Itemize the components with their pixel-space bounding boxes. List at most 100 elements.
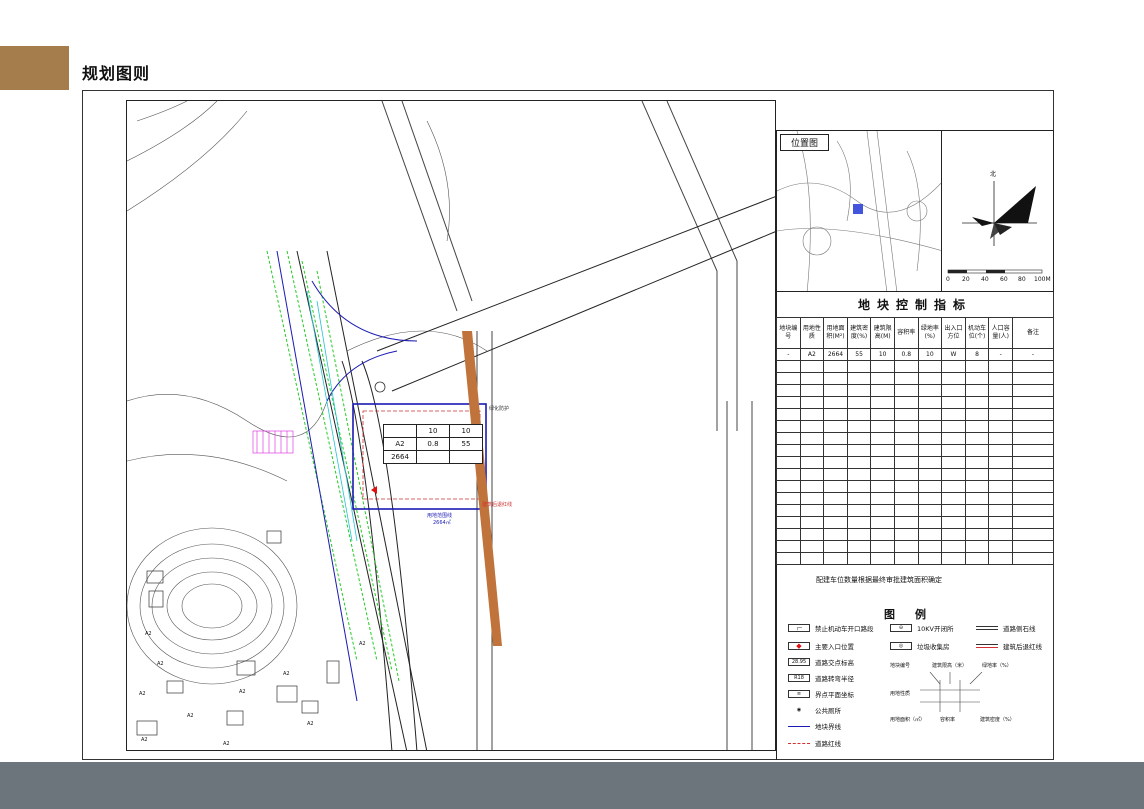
wind-rose-icon <box>947 181 1043 274</box>
planning-map[interactable]: 10 10 A2 0.8 55 2664 用地范围线 2664㎡ 建筑后退红线 … <box>126 100 776 751</box>
boundary-line-icon <box>788 725 810 727</box>
table-cell <box>846 552 872 565</box>
table-cell <box>988 540 1013 553</box>
table-cell <box>846 492 872 505</box>
parcel-label: A2 <box>283 671 290 677</box>
table-cell <box>870 468 895 481</box>
table-row <box>776 444 1054 457</box>
table-cell <box>917 480 943 493</box>
table-cell <box>964 444 990 457</box>
table-cell <box>1012 468 1054 481</box>
block-cell: A2 <box>383 437 417 451</box>
table-cell <box>988 528 1013 541</box>
table-cell <box>846 528 872 541</box>
coordinate-icon: ≡ <box>788 690 810 698</box>
table-cell <box>870 516 895 529</box>
table-cell <box>917 420 943 433</box>
table-cell <box>799 384 825 397</box>
table-cell <box>964 504 990 517</box>
table-cell <box>823 456 848 469</box>
legend-title: 图例 <box>884 608 946 621</box>
parcel-label: A2 <box>187 713 194 719</box>
table-cell <box>964 492 990 505</box>
table-cell <box>799 420 825 433</box>
table-cell <box>870 408 895 421</box>
table-cell <box>776 492 801 505</box>
table-cell <box>893 372 919 385</box>
green-curbs <box>266 250 400 682</box>
table-header: 用地性质 <box>799 317 825 349</box>
table-cell <box>941 468 966 481</box>
table-cell <box>823 540 848 553</box>
table-cell <box>964 396 990 409</box>
table-cell <box>776 396 801 409</box>
legend-item: 道路红线 <box>788 738 841 748</box>
diagram-label: 用地性质 <box>890 691 911 697</box>
table-cell <box>917 552 943 565</box>
table-cell <box>823 384 848 397</box>
legend-label: 界点平面坐标 <box>815 691 854 699</box>
road-buffer-strip <box>462 331 502 646</box>
table-cell <box>941 444 966 457</box>
table-cell <box>846 444 872 457</box>
block-cell: 2664 <box>383 450 417 464</box>
table-cell <box>823 552 848 565</box>
table-row <box>776 468 1054 481</box>
location-map-linework <box>777 131 941 291</box>
table-cell <box>846 540 872 553</box>
table-cell <box>917 456 943 469</box>
accent-bar <box>0 46 69 90</box>
table-cell <box>776 408 801 421</box>
table-cell <box>893 384 919 397</box>
table-cell <box>1012 432 1054 445</box>
parcel-label: A2 <box>223 741 230 747</box>
table-row <box>776 420 1054 433</box>
table-cell: 10 <box>870 348 895 361</box>
table-cell <box>1012 528 1054 541</box>
table-row <box>776 384 1054 397</box>
table-cell <box>776 528 801 541</box>
table-cell <box>917 396 943 409</box>
site-marker-icon <box>853 204 863 214</box>
legend-item: 建筑后退红线 <box>976 641 1042 651</box>
table-cell <box>941 432 966 445</box>
table-cell <box>823 408 848 421</box>
north-label: 北 <box>990 171 997 178</box>
table-cell <box>917 516 943 529</box>
table-cell <box>941 492 966 505</box>
road-buffer-label: 绿化防护 <box>489 406 510 412</box>
parcel-label: A2 <box>145 631 152 637</box>
table-cell <box>917 384 943 397</box>
legend-label: 公共厕所 <box>815 707 841 715</box>
block-cell <box>449 450 483 464</box>
table-cell <box>893 528 919 541</box>
table-cell <box>846 456 872 469</box>
table-cell <box>917 468 943 481</box>
table-cell <box>870 444 895 457</box>
table-cell <box>1012 504 1054 517</box>
legend-label: 垃圾收集房 <box>917 643 950 651</box>
table-header: 用地面积(M²) <box>823 317 848 349</box>
table-cell <box>893 504 919 517</box>
table-cell <box>799 444 825 457</box>
diagram-label: 容积率 <box>940 717 956 723</box>
table-cell <box>1012 552 1054 565</box>
legend-item: ◉ 公共厕所 <box>788 705 841 715</box>
table-row <box>776 360 1054 373</box>
table-cell <box>776 360 801 373</box>
table-cell <box>988 552 1013 565</box>
table-cell: W <box>941 348 966 361</box>
table-cell <box>823 492 848 505</box>
table-row: - A2 2664 55 10 0.8 10 W 8 - - <box>776 348 1054 361</box>
table-row <box>776 516 1054 529</box>
scale-label: 0 <box>946 276 950 283</box>
diagram-label: 用地面积（㎡） <box>890 717 926 723</box>
legend-label: 道路红线 <box>815 740 841 748</box>
table-cell <box>799 360 825 373</box>
table-cell <box>846 420 872 433</box>
table-cell <box>776 504 801 517</box>
table-cell <box>776 540 801 553</box>
table-cell <box>988 432 1013 445</box>
table-cell <box>776 444 801 457</box>
table-cell <box>941 420 966 433</box>
